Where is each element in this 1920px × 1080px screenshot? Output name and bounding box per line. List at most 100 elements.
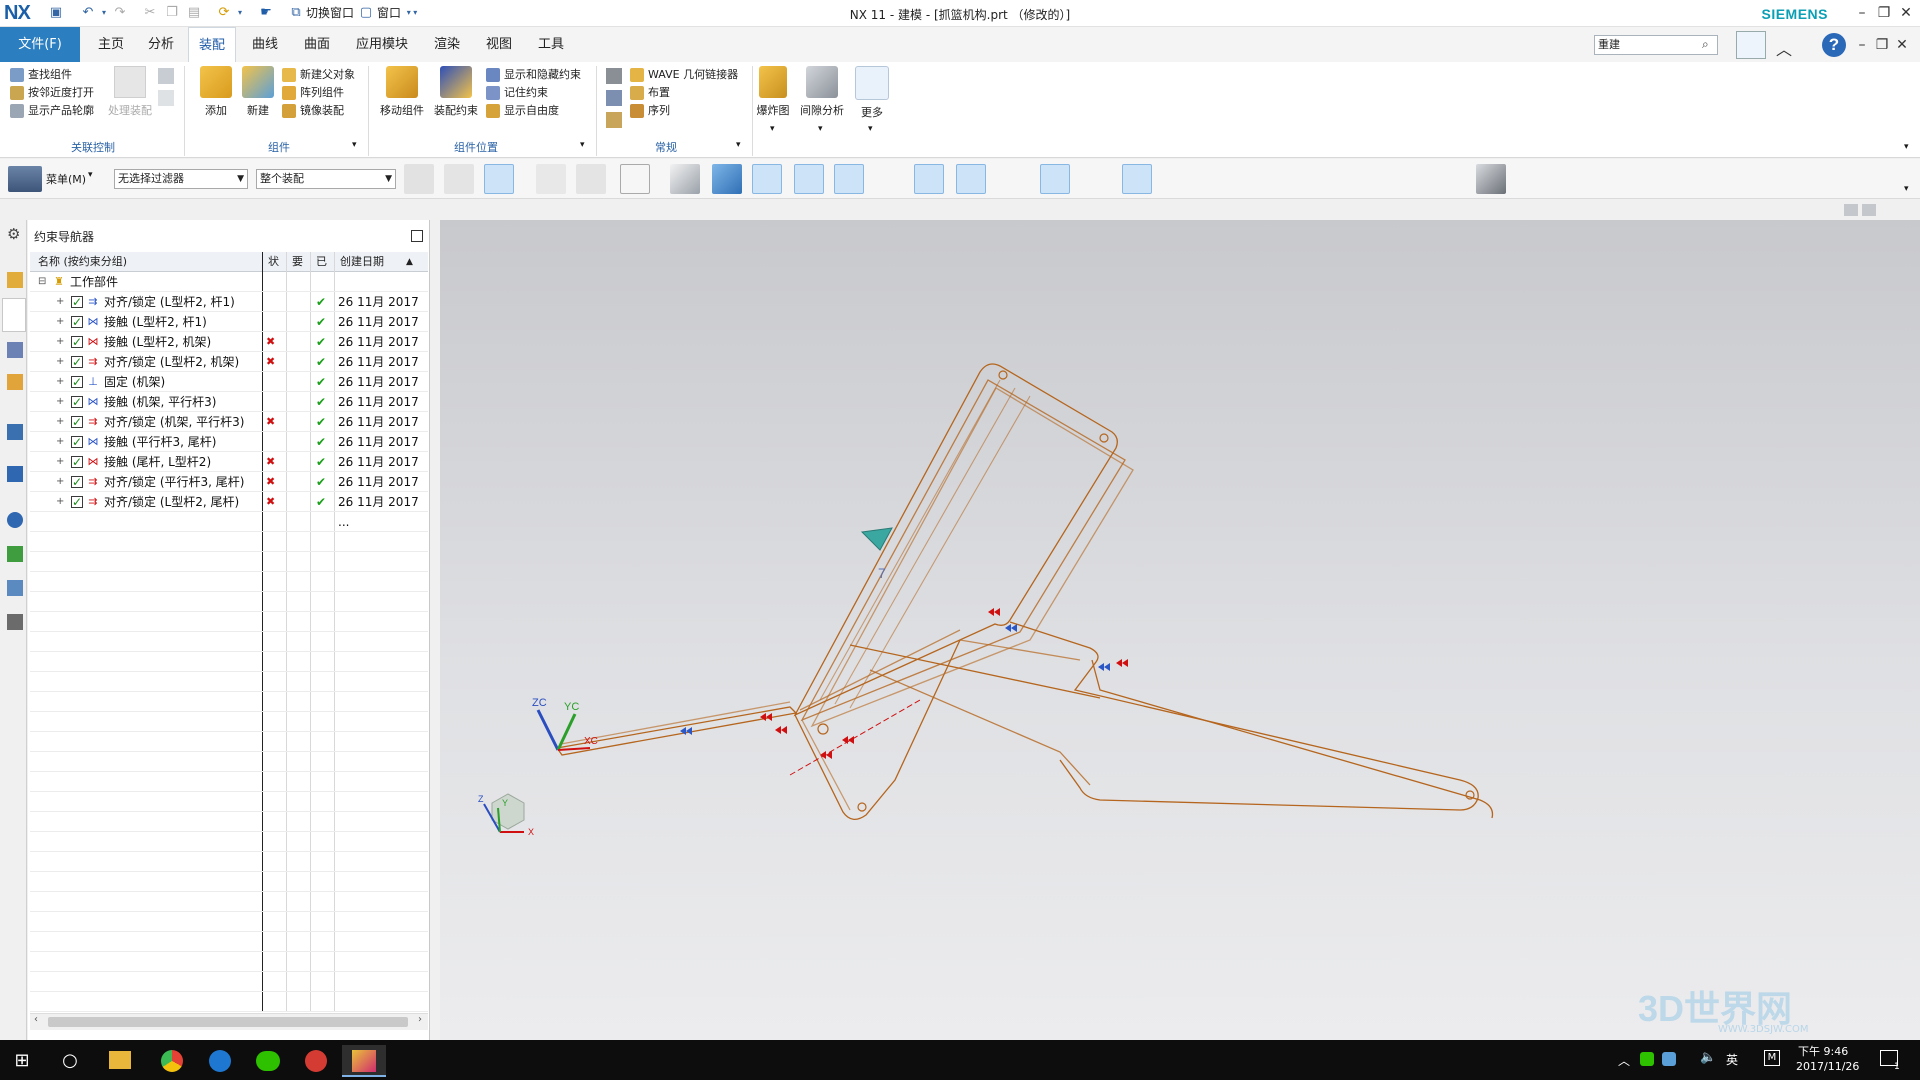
taskbar-time[interactable]: 下午 9:46 <box>1798 1043 1848 1059</box>
bounded-grid-icon[interactable] <box>1246 164 1276 194</box>
close-icon[interactable]: ✕ <box>1896 4 1916 22</box>
constraint-row[interactable]: +⇉对齐/锁定 (L型杆2, 机架)✖✔26 11月 2017 ... <box>30 352 428 389</box>
selection-filter-select[interactable]: 无选择过滤器 ▼ <box>114 169 248 189</box>
search-icon[interactable]: ⌕ <box>1702 37 1709 52</box>
zoom-fit-icon[interactable] <box>1300 164 1330 194</box>
view-tab-icon[interactable] <box>1844 204 1858 216</box>
find-component-button[interactable]: 查找组件 <box>10 66 102 84</box>
exploded-dropdown-icon[interactable]: ▾ <box>770 124 775 134</box>
arrangement-button[interactable]: 布置 <box>630 84 750 102</box>
add-component-button[interactable]: 添加 <box>196 66 236 118</box>
scroll-right-icon[interactable]: › <box>418 1014 422 1025</box>
tab-render[interactable]: 渲染 <box>424 27 470 62</box>
web-browser-icon[interactable] <box>7 424 23 440</box>
tangent-icon[interactable] <box>998 164 1028 194</box>
constraint-row[interactable]: +⋈接触 (L型杆2, 杆1)✔26 11月 2017 ... <box>30 312 428 349</box>
expand-icon[interactable]: + <box>56 432 64 452</box>
roles-icon[interactable] <box>7 614 23 630</box>
pattern-component-button[interactable]: 阵列组件 <box>282 84 364 102</box>
doc-restore-icon[interactable]: ❐ <box>1872 36 1892 54</box>
toolbar-options-icon[interactable]: ▾ <box>1904 184 1909 194</box>
orient-view-icon[interactable] <box>1532 164 1562 194</box>
command-search-input[interactable]: 重建 <box>1594 35 1718 55</box>
solid-body-icon[interactable] <box>670 164 700 194</box>
constraint-checkbox[interactable] <box>71 472 83 492</box>
tab-surface[interactable]: 曲面 <box>294 27 340 62</box>
constraint-navigator-tab[interactable] <box>2 298 26 332</box>
more-button[interactable]: 更多 <box>852 66 892 120</box>
show-product-outline-button[interactable]: 显示产品轮廓 <box>10 102 102 120</box>
expand-icon[interactable]: + <box>56 412 64 432</box>
clock-icon[interactable] <box>7 512 23 528</box>
expand-icon[interactable]: + <box>56 452 64 472</box>
quadrant-icon[interactable] <box>1080 164 1110 194</box>
restore-icon[interactable]: ❐ <box>1874 4 1894 22</box>
tree-root-row[interactable]: ⊟ ♜ 工作部件 <box>30 272 428 292</box>
constraint-row[interactable]: +⇉对齐/锁定 (机架, 平行杆3)✖✔26 11月 2017 ... <box>30 412 428 449</box>
constraint-row[interactable]: + ⇉ 对齐/锁定 (L型杆2, 尾杆) ✖ ✔ 26 11月 2017 ... <box>30 492 428 529</box>
reuse-library-icon[interactable] <box>7 374 23 390</box>
expand-icon[interactable]: + <box>56 332 64 352</box>
taskbar-app-netease[interactable] <box>294 1045 338 1077</box>
arrangement-alt-icon[interactable] <box>606 90 622 106</box>
tab-applications[interactable]: 应用模块 <box>346 27 418 62</box>
constraint-checkbox[interactable] <box>71 312 83 332</box>
doc-close-icon[interactable]: ✕ <box>1892 36 1912 54</box>
view-tab-alt-icon[interactable] <box>1862 204 1876 216</box>
remember-constraints-button[interactable]: 记住约束 <box>486 84 590 102</box>
ime-indicator[interactable]: 英 <box>1726 1051 1738 1068</box>
select-parts-icon[interactable] <box>444 164 474 194</box>
collapse-icon[interactable]: ⊟ <box>38 272 46 292</box>
collapse-ribbon-icon[interactable]: ︿ <box>1776 36 1792 60</box>
taskbar-app-chrome[interactable] <box>150 1045 194 1077</box>
column-header-status[interactable]: 状 <box>268 252 279 272</box>
show-dof-button[interactable]: 显示自由度 <box>486 102 590 120</box>
expand-icon[interactable]: + <box>56 392 64 412</box>
expand-icon[interactable]: + <box>56 312 64 332</box>
scroll-left-icon[interactable]: ‹ <box>34 1014 38 1025</box>
menu-dropdown-icon[interactable]: ▾ <box>88 170 93 180</box>
process-assembly-button[interactable]: 处理装配 <box>104 66 156 118</box>
help-icon[interactable]: ? <box>1822 33 1846 57</box>
tray-wechat-icon[interactable] <box>1640 1052 1654 1066</box>
part-navigator-icon[interactable] <box>7 342 23 358</box>
arc-center-icon[interactable] <box>1040 164 1070 194</box>
constraint-row[interactable]: +⋈接触 (平行杆3, 尾杆)✔26 11月 2017 ... <box>30 432 428 469</box>
taskbar-app-edge[interactable] <box>198 1045 242 1077</box>
expand-icon[interactable]: + <box>56 492 64 512</box>
volume-icon[interactable]: 🔈 <box>1700 1050 1716 1065</box>
constraint-row[interactable]: +⇉对齐/锁定 (平行杆3, 尾杆)✖✔26 11月 2017 ... <box>30 472 428 509</box>
scrollbar-thumb[interactable] <box>48 1017 408 1027</box>
sort-ascending-icon[interactable]: ▲ <box>406 252 413 272</box>
tray-app-icon[interactable] <box>1662 1052 1676 1066</box>
constraint-checkbox[interactable] <box>71 292 83 312</box>
constraint-checkbox[interactable] <box>71 452 83 472</box>
constraint-row[interactable]: +⋈接触 (机架, 平行杆3)✔26 11月 2017 ... <box>30 392 428 429</box>
tab-view[interactable]: 视图 <box>476 27 522 62</box>
end-point-icon[interactable] <box>794 164 824 194</box>
expand-icon[interactable]: + <box>56 292 64 312</box>
group-dropdown-icon[interactable]: ▾ <box>352 140 357 150</box>
group-dropdown-icon[interactable]: ▾ <box>580 140 585 150</box>
column-header-required[interactable]: 要 <box>292 252 303 272</box>
constraint-checkbox[interactable] <box>71 392 83 412</box>
face-icon[interactable] <box>712 164 742 194</box>
process-studio-icon[interactable] <box>7 580 23 596</box>
control-point-icon[interactable] <box>874 164 904 194</box>
taskbar-date[interactable]: 2017/11/26 <box>1796 1060 1859 1073</box>
clearance-analysis-button[interactable]: 间隙分析 <box>796 66 848 118</box>
mirror-assembly-button[interactable]: 镜像装配 <box>282 102 364 120</box>
constraint-row[interactable]: +⇉对齐/锁定 (L型杆2, 杆1)✔26 11月 2017 ... <box>30 292 428 329</box>
menu-icon[interactable] <box>8 166 42 192</box>
constraint-checkbox[interactable] <box>71 332 83 352</box>
tab-file[interactable]: 文件(F) <box>0 27 80 62</box>
system-materials-icon[interactable] <box>7 546 23 562</box>
point-on-face-icon[interactable] <box>1206 164 1236 194</box>
tab-assembly[interactable]: 装配 <box>188 27 237 62</box>
windows-start-icon[interactable]: ⊞ <box>0 1045 44 1077</box>
render-style-icon[interactable] <box>1580 164 1610 194</box>
select-features-icon[interactable] <box>404 164 434 194</box>
full-screen-icon[interactable] <box>1736 31 1766 59</box>
intersection-icon[interactable] <box>914 164 944 194</box>
column-header-name[interactable]: 名称 (按约束分组) <box>38 252 127 272</box>
